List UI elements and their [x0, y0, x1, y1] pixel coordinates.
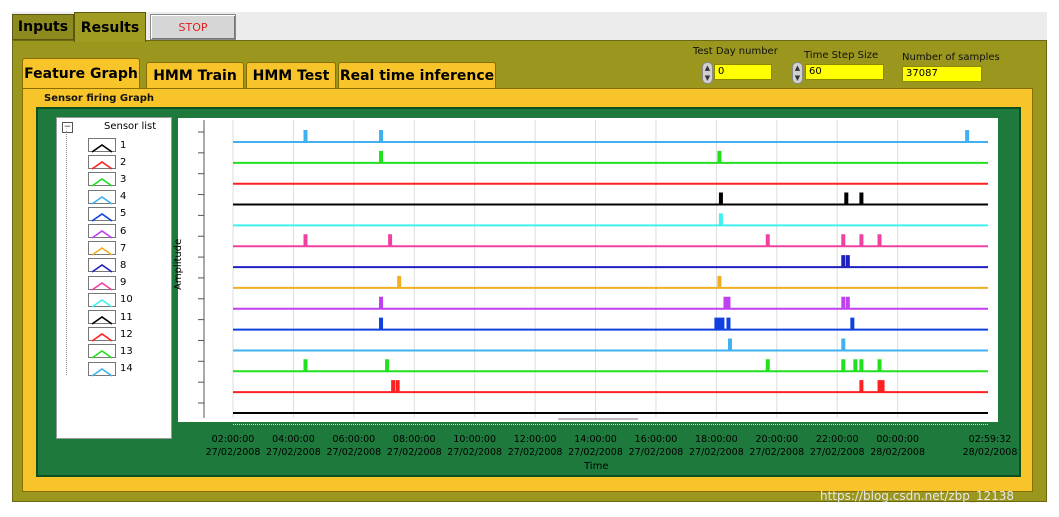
legend-label: 14: [120, 363, 133, 375]
sensor-graph-label: Sensor firing Graph: [44, 93, 155, 104]
legend-item-9[interactable]: 9: [88, 275, 168, 291]
legend-label: 7: [120, 242, 127, 254]
x-tick-label: 18:00:00 27/02/2008: [689, 434, 744, 458]
x-axis-title: Time: [584, 461, 609, 472]
legend-label: 8: [120, 259, 127, 271]
legend-label: 13: [120, 345, 133, 357]
x-tick-label: 08:00:00 27/02/2008: [386, 434, 442, 458]
x-axis-ruler: [233, 424, 988, 431]
legend-swatch-icon: [88, 275, 116, 291]
legend-swatch-icon: [88, 310, 116, 325]
x-tick-label: 02:59:32 28/02/2008: [962, 434, 1018, 458]
legend-swatch-icon: [88, 206, 116, 222]
x-tick-label: 02:00:00 27/02/2008: [205, 434, 261, 458]
legend-swatch-icon: [88, 138, 116, 153]
legend-swatch-icon: [88, 189, 116, 205]
legend-swatch-icon: [88, 344, 116, 360]
time-step-spinner[interactable]: ▲ ▼: [792, 62, 803, 84]
legend-item-1[interactable]: 1: [88, 137, 168, 153]
series-2-line: [233, 150, 988, 164]
legend-item-8[interactable]: 8: [88, 257, 168, 274]
y-axis-title: Amplitude: [173, 238, 184, 290]
legend-swatch-icon: [88, 224, 116, 239]
legend-label: 11: [120, 311, 133, 323]
legend-label: 3: [120, 173, 127, 185]
legend-item-4[interactable]: 4: [88, 189, 168, 205]
series-7-line: [233, 255, 988, 269]
series-6-line: [233, 234, 988, 248]
legend-label: 6: [120, 225, 127, 237]
sensor-firing-chart: [198, 120, 988, 420]
legend-item-11[interactable]: 11: [88, 309, 168, 325]
x-tick-label: 10:00:00 27/02/2008: [447, 434, 503, 458]
legend-label: 12: [120, 328, 133, 340]
legend-label: 10: [120, 294, 133, 306]
legend-label: 5: [120, 208, 127, 220]
series-12-line: [233, 359, 988, 373]
legend-swatch-icon: [88, 241, 116, 256]
legend-item-5[interactable]: 5: [88, 206, 168, 222]
legend-item-7[interactable]: 7: [88, 240, 168, 256]
legend-swatch-icon: [88, 172, 116, 188]
legend-label: 1: [120, 139, 127, 151]
x-tick-label: 20:00:00 27/02/2008: [749, 434, 805, 458]
legend-swatch-icon: [88, 292, 116, 308]
tree-connector: [66, 131, 68, 375]
watermark: https://blog.csdn.net/zbp_12138: [820, 489, 1015, 503]
subtab-feature-graph[interactable]: Feature Graph: [22, 58, 140, 88]
series-13-line: [233, 380, 988, 394]
series-4-line: [233, 192, 988, 206]
test-day-spinner[interactable]: ▲ ▼: [702, 62, 713, 84]
legend-item-2[interactable]: 2: [88, 154, 168, 170]
x-tick-label: 04:00:00 27/02/2008: [266, 434, 321, 458]
legend-item-12[interactable]: 12: [88, 326, 168, 342]
series-11-line: [233, 338, 988, 352]
x-tick-label: 06:00:00 27/02/2008: [326, 434, 382, 458]
x-tick-label: 12:00:00 27/02/2008: [507, 434, 563, 458]
x-tick-label: 00:00:00 28/02/2008: [870, 434, 926, 458]
legend-label: 9: [120, 277, 127, 289]
stop-button[interactable]: STOP: [150, 14, 236, 40]
legend-label: 2: [120, 156, 127, 168]
num-samples-label: Number of samples: [902, 52, 1000, 63]
legend-item-3[interactable]: 3: [88, 171, 168, 188]
legend-swatch-icon: [88, 258, 116, 274]
time-step-field[interactable]: 60: [805, 64, 884, 80]
series-8-line: [233, 275, 988, 289]
legend-swatch-icon: [88, 327, 116, 342]
legend-item-14[interactable]: 14: [88, 361, 168, 377]
tab-inputs[interactable]: Inputs: [12, 14, 74, 40]
subtab-real-time-inference[interactable]: Real time inference: [338, 62, 496, 88]
series-9-line: [233, 296, 988, 310]
test-day-field[interactable]: 0: [714, 64, 772, 80]
legend-item-10[interactable]: 10: [88, 292, 168, 308]
legend-label: 4: [120, 191, 127, 203]
series-1-line: [233, 130, 988, 143]
test-day-label: Test Day number: [693, 46, 778, 57]
legend-swatch-icon: [88, 361, 116, 377]
x-tick-label: 14:00:00 27/02/2008: [568, 434, 623, 458]
sensor-list-title: Sensor list: [104, 121, 157, 132]
series-10-line: [233, 317, 988, 331]
subtab-hmm-test[interactable]: HMM Test: [246, 62, 336, 88]
legend-item-6[interactable]: 6: [88, 223, 168, 239]
plot-area[interactable]: [178, 118, 998, 422]
x-tick-label: 22:00:00 27/02/2008: [809, 434, 865, 458]
time-step-label: Time Step Size: [804, 50, 879, 61]
num-samples-field[interactable]: 37087: [902, 66, 982, 82]
subtab-hmm-train[interactable]: HMM Train: [146, 62, 244, 88]
series-5-line: [233, 213, 988, 227]
legend-swatch-icon: [88, 155, 116, 170]
legend-item-13[interactable]: 13: [88, 343, 168, 360]
x-tick-label: 16:00:00 27/02/2008: [628, 434, 684, 458]
tab-results[interactable]: Results: [74, 12, 146, 42]
